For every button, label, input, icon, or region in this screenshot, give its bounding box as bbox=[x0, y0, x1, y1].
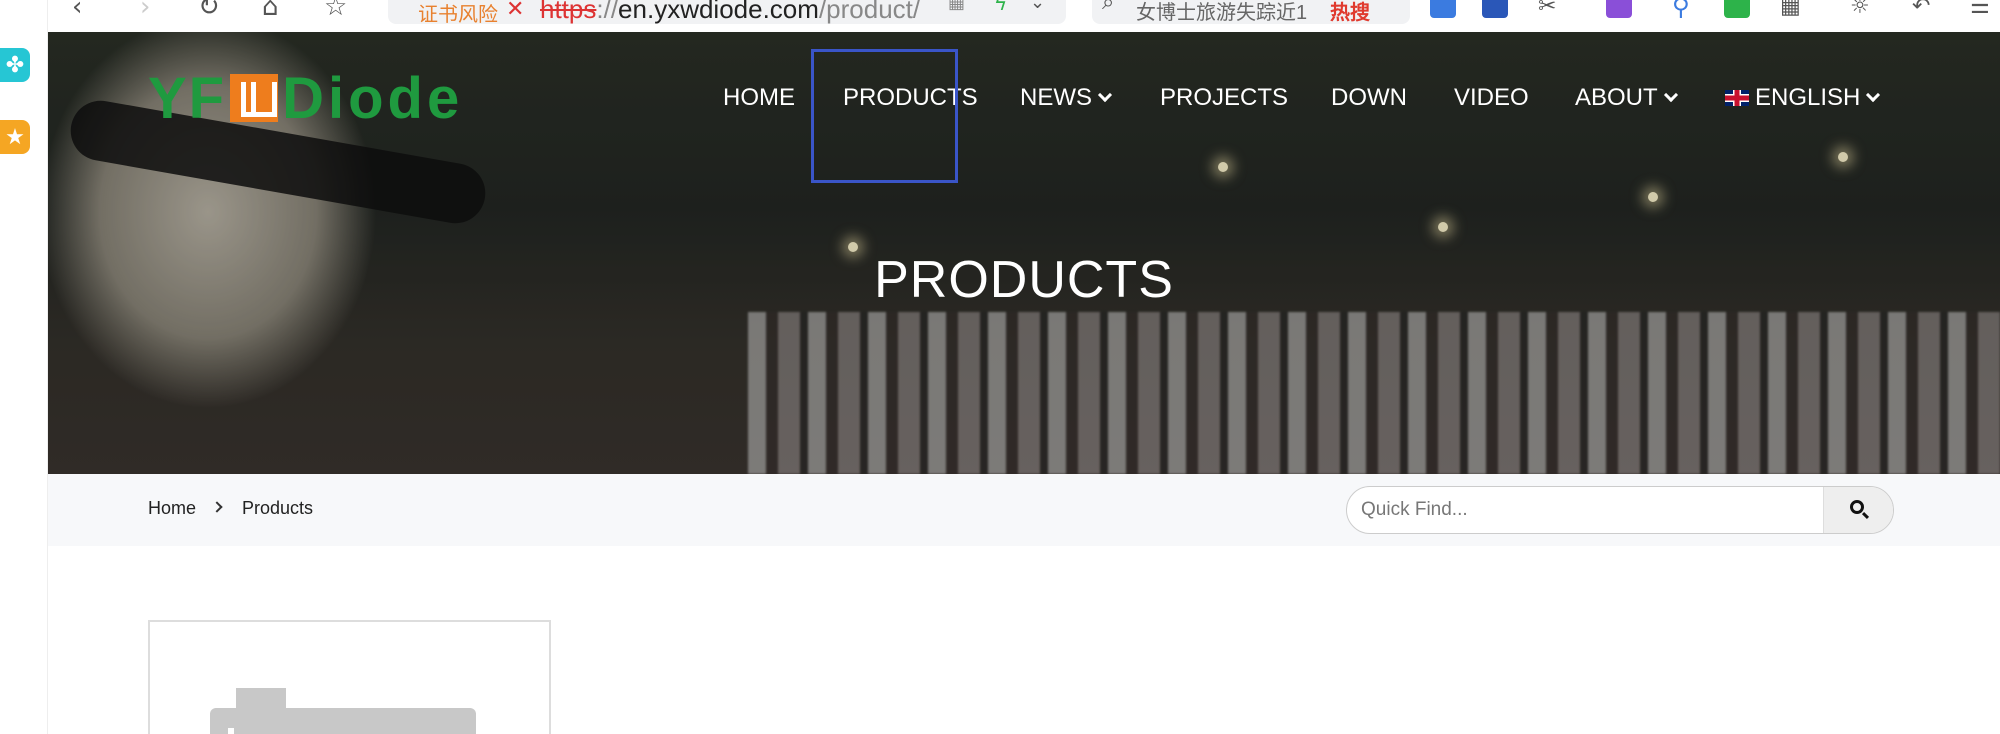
translator-icon[interactable] bbox=[1606, 0, 1632, 18]
hero-banner: YF Diode HOME PRODUCTS NEWS PROJECTS DOW… bbox=[48, 32, 2000, 474]
breadcrumb-home[interactable]: Home bbox=[148, 498, 196, 519]
page-title: PRODUCTS bbox=[874, 251, 1174, 309]
search-icon: ⌕ bbox=[1102, 0, 1115, 15]
sidebar-star-icon[interactable]: ★ bbox=[0, 120, 30, 154]
site-logo[interactable]: YF Diode bbox=[148, 66, 463, 131]
browser-toolbar: ‹ › ↻ ⌂ ☆ 证书风险 ✕ https://en.yxwdiode.com… bbox=[0, 0, 2000, 32]
nav-projects[interactable]: PROJECTS bbox=[1160, 78, 1288, 118]
reader-extension-icon[interactable] bbox=[1430, 0, 1456, 18]
nav-video[interactable]: VIDEO bbox=[1454, 78, 1529, 118]
sidebar-clover-icon[interactable]: ✤ bbox=[0, 48, 30, 82]
back-icon[interactable]: ‹ bbox=[72, 0, 82, 22]
nav-news[interactable]: NEWS bbox=[1020, 78, 1113, 118]
search-icon bbox=[1850, 500, 1864, 514]
logo-mark-icon bbox=[230, 74, 279, 122]
chevron-right-icon bbox=[211, 501, 223, 513]
chevron-down-icon bbox=[1097, 87, 1113, 103]
green-extension-icon[interactable] bbox=[1724, 0, 1750, 18]
nav-language[interactable]: ENGLISH bbox=[1725, 78, 1881, 118]
lightning-icon[interactable]: ϟ bbox=[994, 0, 1007, 18]
chevron-down-icon bbox=[1663, 87, 1678, 103]
apps-grid-icon[interactable]: ▦ bbox=[1780, 0, 1801, 22]
qr-code-icon[interactable]: ▦ bbox=[948, 0, 965, 18]
nav-home[interactable]: HOME bbox=[723, 78, 795, 118]
quick-find-input[interactable] bbox=[1347, 487, 1827, 533]
breadcrumb-current: Products bbox=[242, 498, 314, 518]
cert-warning-label[interactable]: 证书风险 bbox=[418, 0, 498, 27]
reload-icon[interactable]: ↻ bbox=[198, 0, 220, 22]
quick-find-button[interactable] bbox=[1823, 487, 1893, 533]
chevron-down-icon bbox=[1866, 87, 1881, 103]
address-bar[interactable]: 证书风险 ✕ https://en.yxwdiode.com/product/ … bbox=[388, 0, 1066, 27]
quick-find-form bbox=[1346, 486, 1894, 534]
bookmark-star-icon[interactable]: ☆ bbox=[324, 0, 347, 22]
browser-search-box[interactable]: ⌕ 女博士旅游失踪近1 热搜 bbox=[1092, 0, 1410, 24]
magnifier-extension-icon[interactable]: ⚲ bbox=[1672, 0, 1690, 22]
menu-icon[interactable]: ☰ bbox=[1970, 0, 1990, 22]
url-text[interactable]: https://en.yxwdiode.com/product/ bbox=[540, 0, 920, 25]
brightness-icon[interactable]: ☼ bbox=[1850, 0, 1870, 22]
hot-search-badge: 热搜 bbox=[1330, 2, 1370, 24]
browser-sidebar: ✤ ★ bbox=[0, 0, 48, 734]
translate-extension-icon[interactable] bbox=[1482, 0, 1508, 18]
nav-down[interactable]: DOWN bbox=[1331, 78, 1407, 118]
undo-icon[interactable]: ↶ bbox=[1912, 0, 1930, 22]
home-icon[interactable]: ⌂ bbox=[262, 0, 279, 22]
chevron-down-icon[interactable]: ⌄ bbox=[1030, 0, 1045, 18]
nav-about[interactable]: ABOUT bbox=[1575, 78, 1678, 118]
cert-warning-icon: ✕ bbox=[506, 0, 525, 21]
search-suggestion: 女博士旅游失踪近1 bbox=[1136, 2, 1308, 24]
nav-highlight-box bbox=[811, 49, 958, 183]
breadcrumb-bar: Home Products bbox=[48, 474, 2000, 546]
uk-flag-icon bbox=[1725, 90, 1749, 106]
forward-icon[interactable]: › bbox=[140, 0, 150, 22]
product-card[interactable] bbox=[148, 620, 551, 734]
scissors-icon[interactable]: ✂ bbox=[1538, 0, 1556, 22]
